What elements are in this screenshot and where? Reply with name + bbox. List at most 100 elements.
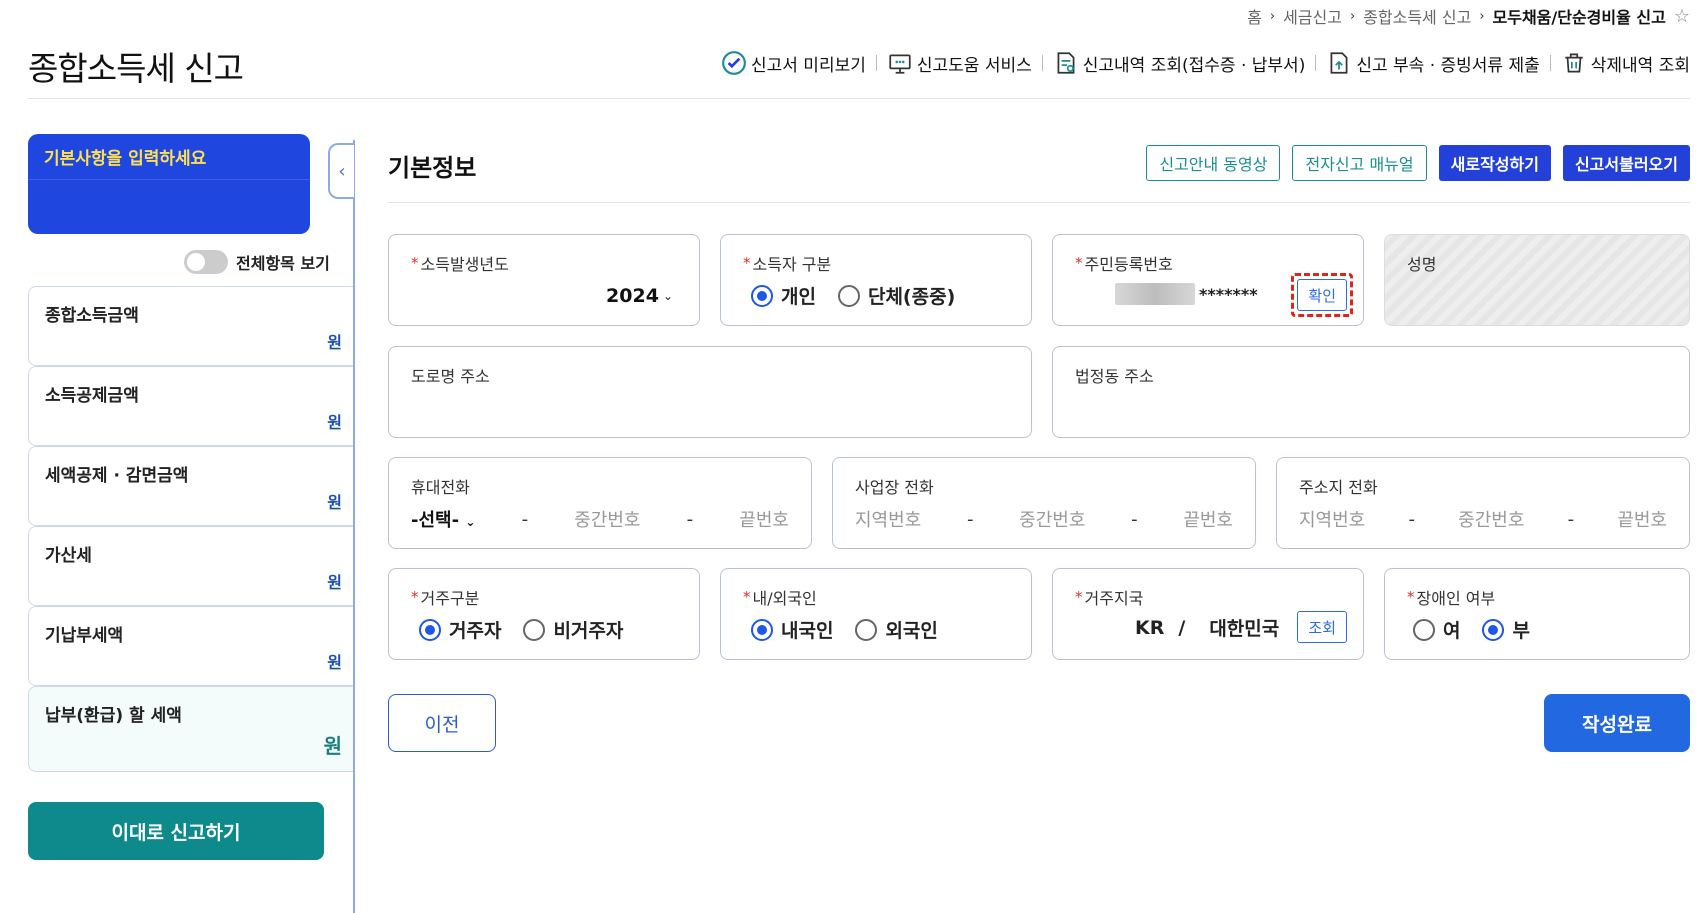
income-year-label-text: 소득발생년도 [420, 255, 509, 274]
new-form-button[interactable]: 새로작성하기 [1438, 145, 1551, 181]
road-address-label: 도로명 주소 [411, 367, 490, 386]
summary-item-deduction[interactable]: 소득공제금액 원 [28, 366, 354, 446]
breadcrumb-tax-filing[interactable]: 세금신고 [1283, 4, 1342, 28]
history-link-label: 신고내역 조회(접수증 · 납부서) [1082, 55, 1306, 76]
radio-individual[interactable]: 개인 [751, 282, 816, 309]
home-area-input[interactable]: 지역번호 [1299, 506, 1365, 532]
radio-group[interactable]: 단체(종중) [837, 282, 955, 309]
mobile-prefix-select[interactable]: -선택- ⌄ [411, 506, 475, 532]
disability-radios: 여 부 [1413, 616, 1530, 643]
summary-list: 종합소득금액 원 소득공제금액 원 세액공제 · 감면금액 원 가산세 원 기납… [28, 286, 354, 772]
chevron-right-icon: › [1479, 8, 1485, 24]
summary-item-penalty-tax[interactable]: 가산세 원 [28, 526, 354, 606]
country-name: 대한민국 [1209, 618, 1280, 640]
mobile-mid-input[interactable]: 중간번호 [574, 506, 640, 532]
load-form-button[interactable]: 신고서불러오기 [1562, 145, 1690, 181]
radio-yes[interactable]: 여 [1413, 616, 1460, 643]
owner-type-radios: 개인 단체(종중) [751, 282, 955, 309]
country-lookup-button[interactable]: 조회 [1297, 611, 1347, 643]
radio-label: 개인 [781, 286, 816, 308]
rrn-confirm-button[interactable]: 확인 [1297, 279, 1347, 311]
breadcrumb-income-tax[interactable]: 종합소득세 신고 [1363, 4, 1471, 28]
owner-type-label-text: 소득자 구분 [752, 255, 832, 274]
rrn-value: ******* [1115, 283, 1258, 305]
sidebar-collapse-button[interactable]: ‹ [328, 143, 354, 199]
summary-item-prepaid-tax[interactable]: 기납부세액 원 [28, 606, 354, 686]
summary-unit: 원 [327, 573, 342, 592]
summary-label: 세액공제 · 감면금액 [45, 466, 189, 486]
nationality-radios: 내국인 외국인 [751, 616, 938, 643]
radio-foreign[interactable]: 외국인 [855, 616, 938, 643]
radio-label: 여 [1443, 620, 1461, 642]
summary-label: 납부(환급) 할 세액 [45, 706, 182, 726]
complete-button[interactable]: 작성완료 [1544, 694, 1690, 752]
rrn-card: * 주민등록번호 ******* 확인 [1052, 234, 1364, 326]
monitor-chat-icon [889, 54, 911, 74]
required-mark: * [1075, 254, 1083, 272]
biz-end-input[interactable]: 끝번호 [1183, 506, 1233, 532]
rrn-masked: ******* [1199, 284, 1258, 304]
submit-as-is-button[interactable]: 이대로 신고하기 [28, 802, 324, 860]
chevron-right-icon: › [1349, 8, 1356, 24]
chevron-down-icon: ⌄ [465, 515, 476, 529]
show-all-toggle[interactable] [184, 250, 228, 274]
doc-upload-icon [1330, 52, 1348, 74]
preview-link[interactable]: 신고서 미리보기 [721, 50, 866, 76]
sidebar-border [353, 140, 355, 913]
summary-unit: 원 [327, 413, 342, 432]
required-mark: * [411, 588, 419, 606]
income-year-select[interactable]: 2024 ⌄ [606, 285, 673, 307]
biz-mid-input[interactable]: 중간번호 [1019, 506, 1085, 532]
summary-unit: 원 [327, 653, 342, 672]
lot-address-field[interactable]: 법정동 주소 [1052, 346, 1690, 438]
breadcrumb-current: 모두채움/단순경비율 신고 [1492, 8, 1666, 27]
summary-item-total-income[interactable]: 종합소득금액 원 [28, 286, 354, 366]
radio-no[interactable]: 부 [1482, 616, 1530, 643]
country-label: * 거주지국 [1075, 585, 1341, 609]
deleted-history-link[interactable]: 삭제내역 조회 [1561, 50, 1690, 76]
radio-domestic[interactable]: 내국인 [751, 616, 833, 643]
separator: - [1131, 508, 1138, 530]
trash-icon [1565, 53, 1583, 73]
country-value: KR / 대한민국 [1135, 614, 1279, 641]
attachments-link[interactable]: 신고 부속 · 증빙서류 제출 [1326, 50, 1540, 76]
radio-dot [837, 284, 860, 307]
divider [28, 98, 1690, 99]
biz-area-input[interactable]: 지역번호 [855, 506, 921, 532]
required-mark: * [743, 588, 751, 606]
required-mark: * [1075, 588, 1083, 606]
mobile-end-input[interactable]: 끝번호 [739, 506, 789, 532]
summary-unit: 원 [323, 734, 342, 758]
road-address-field[interactable]: 도로명 주소 [388, 346, 1032, 438]
name-label: 성명 [1407, 255, 1437, 274]
star-icon[interactable]: ☆ [1674, 6, 1690, 27]
prev-button[interactable]: 이전 [388, 694, 496, 752]
manual-button[interactable]: 전자신고 매뉴얼 [1292, 145, 1427, 181]
help-service-label: 신고도움 서비스 [916, 55, 1032, 76]
home-end-input[interactable]: 끝번호 [1617, 506, 1667, 532]
nationality-label: * 내/외국인 [743, 585, 1009, 609]
radio-label: 외국인 [885, 620, 938, 642]
radio-dot [751, 284, 773, 307]
doc-search-icon [1057, 52, 1075, 74]
radio-resident[interactable]: 거주자 [419, 616, 501, 643]
disability-label-text: 장애인 여부 [1416, 589, 1496, 608]
help-service-link[interactable]: 신고도움 서비스 [887, 50, 1032, 76]
name-card: 성명 [1384, 234, 1690, 326]
summary-item-payable-tax[interactable]: 납부(환급) 할 세액 원 [28, 686, 354, 772]
required-mark: * [411, 254, 419, 272]
confirm-highlight: 확인 [1291, 273, 1353, 317]
summary-item-tax-credit[interactable]: 세액공제 · 감면금액 원 [28, 446, 354, 526]
summary-label: 기납부세액 [45, 626, 124, 646]
home-phone-card: 주소지 전화 지역번호 - 중간번호 - 끝번호 [1276, 457, 1690, 549]
breadcrumb-home[interactable]: 홈 [1247, 4, 1262, 28]
separator: - [1567, 508, 1575, 530]
history-link[interactable]: 신고내역 조회(접수증 · 납부서) [1053, 50, 1306, 76]
radio-label: 부 [1512, 620, 1530, 642]
biz-phone-row: 지역번호 - 중간번호 - 끝번호 [855, 506, 1233, 532]
disability-card: * 장애인 여부 여 부 [1384, 568, 1690, 660]
summary-label: 소득공제금액 [45, 386, 139, 406]
guide-video-button[interactable]: 신고안내 동영상 [1146, 145, 1281, 181]
home-mid-input[interactable]: 중간번호 [1458, 506, 1524, 532]
radio-nonresident[interactable]: 비거주자 [523, 616, 623, 643]
